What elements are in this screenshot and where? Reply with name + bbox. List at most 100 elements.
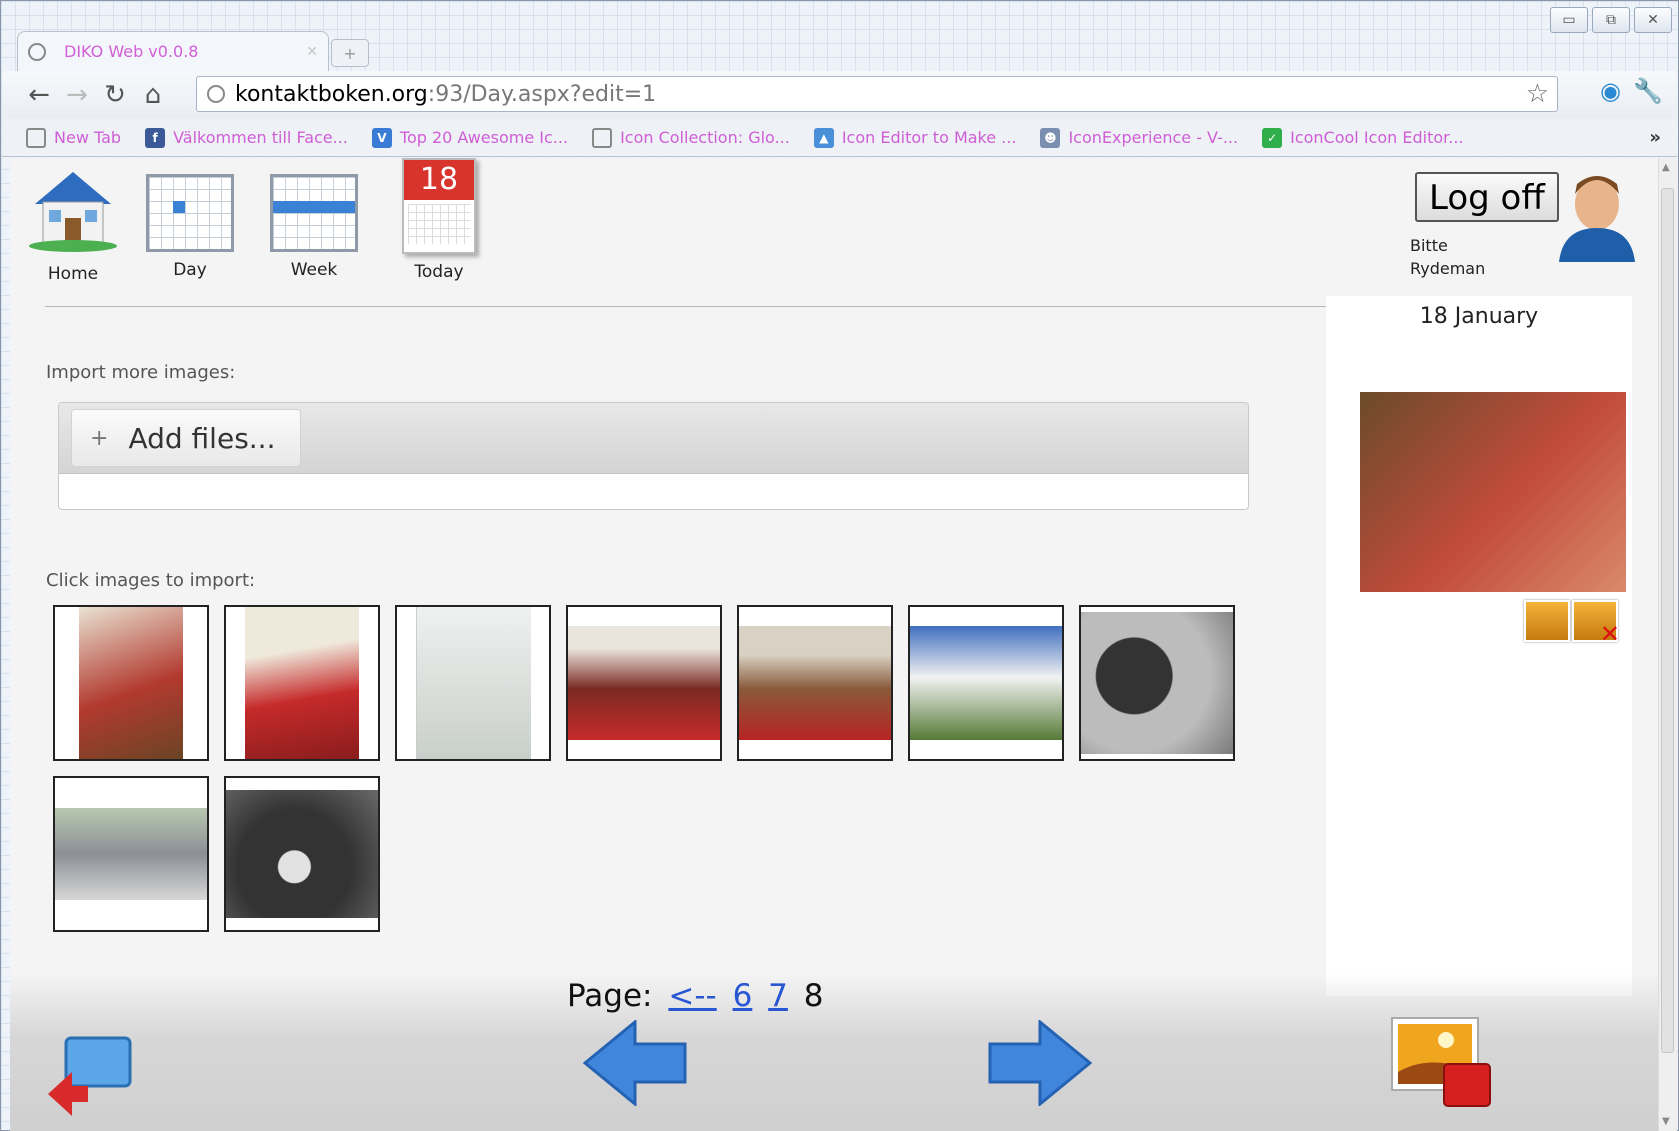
tab-close-icon[interactable]: ✕ [306, 44, 318, 60]
previous-arrow-icon[interactable] [583, 1020, 689, 1106]
vertical-scrollbar[interactable]: ▲ ▼ [1658, 158, 1677, 1131]
day-panel-date: 18 January [1419, 304, 1539, 329]
facebook-icon: f [145, 127, 166, 148]
scrollbar-thumb[interactable] [1661, 188, 1674, 1053]
add-files-label: Add files... [128, 421, 276, 455]
import-label: Import more images: [46, 362, 236, 383]
upload-toolbar: + Add files... [59, 403, 1248, 474]
browser-tab[interactable]: DIKO Web v0.0.8 ✕ [17, 31, 329, 71]
scroll-up-icon[interactable]: ▲ [1662, 162, 1670, 173]
bookmark-label: Icon Collection: Glo... [620, 128, 790, 147]
bookmark-site-icon: ▲ [813, 127, 834, 148]
nav-today[interactable]: 18 Today [384, 158, 494, 282]
pager-prev-link[interactable]: <-- [668, 978, 716, 1014]
today-calendar-icon: 18 [402, 158, 476, 254]
close-icon[interactable]: ✕ [1634, 7, 1672, 33]
bookmarks-more-icon[interactable]: » [1649, 127, 1661, 148]
minimize-icon[interactable]: ▭ [1550, 7, 1588, 33]
url-host: kontaktboken.org [235, 81, 428, 107]
pager-current-page: 8 [803, 978, 824, 1014]
day-calendar-icon [146, 174, 234, 252]
bookmark-item[interactable]: Icon Collection: Glo... [592, 127, 790, 148]
bookmark-label: IconExperience - V-... [1068, 128, 1239, 147]
nav-day-label: Day [173, 260, 207, 280]
home-browser-icon[interactable]: ⌂ [134, 80, 172, 110]
plus-icon: + [90, 425, 109, 451]
users-icon: ☻ [1040, 127, 1061, 148]
day-photo[interactable] [1360, 392, 1626, 592]
bookmark-item[interactable]: ✓ IconCool Icon Editor... [1262, 127, 1464, 148]
bookmark-site-icon: V [371, 127, 392, 148]
bookmark-site-icon: ✓ [1262, 127, 1283, 148]
nav-today-label: Today [414, 262, 464, 282]
pager-page-link[interactable]: 6 [733, 978, 753, 1014]
bookmark-label: Top 20 Awesome Ic... [399, 128, 569, 147]
address-bar[interactable]: kontaktboken.org :93/Day.aspx?edit=1 ☆ [196, 76, 1558, 112]
logoff-button[interactable]: Log off [1415, 172, 1559, 222]
today-number: 18 [404, 160, 474, 200]
maximize-icon[interactable]: ⧉ [1592, 7, 1630, 33]
next-arrow-icon[interactable] [986, 1020, 1092, 1106]
bookmark-label: IconCool Icon Editor... [1290, 128, 1464, 147]
photo-remove-icon[interactable]: ✕ [1572, 600, 1620, 648]
week-calendar-icon [270, 174, 358, 252]
gallery-image[interactable] [737, 605, 893, 761]
globe-icon [28, 42, 46, 61]
bookmark-label: Välkommen till Face... [173, 128, 348, 147]
gallery-image[interactable] [224, 605, 380, 761]
photo-info-icon[interactable] [1524, 600, 1570, 642]
gallery-image[interactable] [908, 605, 1064, 761]
back-icon[interactable]: ← [20, 80, 58, 110]
bookmark-item[interactable]: f Välkommen till Face... [145, 127, 348, 148]
scroll-down-icon[interactable]: ▼ [1662, 1116, 1670, 1127]
wrench-icon[interactable]: 🔧 [1633, 77, 1663, 105]
nav-home-label: Home [47, 264, 99, 284]
nav-home[interactable]: Home [18, 166, 128, 284]
globe-icon [592, 127, 613, 148]
window-controls: ▭ ⧉ ✕ [1550, 7, 1672, 33]
bookmark-star-icon[interactable]: ☆ [1526, 77, 1549, 111]
globe-icon [26, 127, 46, 148]
gallery-image[interactable] [1079, 605, 1235, 761]
user-first-name: Bitte [1410, 236, 1448, 255]
gallery-image[interactable] [224, 776, 380, 932]
gallery-label: Click images to import: [46, 570, 256, 591]
page-info-icon [207, 85, 225, 103]
gallery-image[interactable] [566, 605, 722, 761]
user-last-name: Rydeman [1410, 259, 1486, 278]
bookmark-item[interactable]: New Tab [26, 127, 122, 148]
pager-label: Page: [567, 978, 653, 1014]
page-content: Home Day Week 18 Today Log off Bitte Ryd… [10, 158, 1660, 1131]
bookmark-item[interactable]: V Top 20 Awesome Ic... [371, 127, 569, 148]
browser-toolbar: ← → ↻ ⌂ kontaktboken.org :93/Day.aspx?ed… [2, 71, 1677, 119]
user-name: Bitte Rydeman [1410, 234, 1485, 280]
bookmarks-bar: New Tab f Välkommen till Face... V Top 20 … [2, 119, 1677, 157]
image-delete-icon[interactable] [1388, 1014, 1496, 1112]
nav-week[interactable]: Week [259, 166, 369, 280]
upload-box: + Add files... [58, 402, 1249, 510]
nav-day[interactable]: Day [135, 166, 245, 280]
nav-week-label: Week [290, 260, 338, 280]
new-tab-button[interactable]: + [331, 39, 369, 67]
add-files-button[interactable]: + Add files... [71, 409, 301, 467]
url-path: :93/Day.aspx?edit=1 [427, 81, 657, 107]
user-avatar-icon [1559, 176, 1635, 262]
extension-icon[interactable]: ◉ [1600, 77, 1621, 105]
reload-icon[interactable]: ↻ [96, 80, 134, 110]
forward-icon[interactable]: → [58, 80, 96, 110]
bookmark-item[interactable]: ☻ IconExperience - V-... [1040, 127, 1239, 148]
header-divider [45, 306, 1334, 307]
gallery-image[interactable] [53, 605, 209, 761]
tab-title: DIKO Web v0.0.8 [64, 42, 199, 61]
pager: Page: <-- 6 7 8 [567, 978, 824, 1014]
pager-page-link[interactable]: 7 [768, 978, 788, 1014]
house-icon [29, 172, 117, 252]
gallery-image[interactable] [395, 605, 551, 761]
bookmark-item[interactable]: ▲ Icon Editor to Make ... [813, 127, 1017, 148]
bookmark-label: Icon Editor to Make ... [841, 128, 1017, 147]
exit-icon[interactable] [44, 1034, 136, 1118]
day-panel: 18 January ✕ [1326, 296, 1632, 996]
gallery-image[interactable] [53, 776, 209, 932]
bookmark-label: New Tab [54, 128, 122, 147]
browser-window: ▭ ⧉ ✕ DIKO Web v0.0.8 ✕ + ← → ↻ ⌂ kontak… [0, 0, 1679, 1131]
